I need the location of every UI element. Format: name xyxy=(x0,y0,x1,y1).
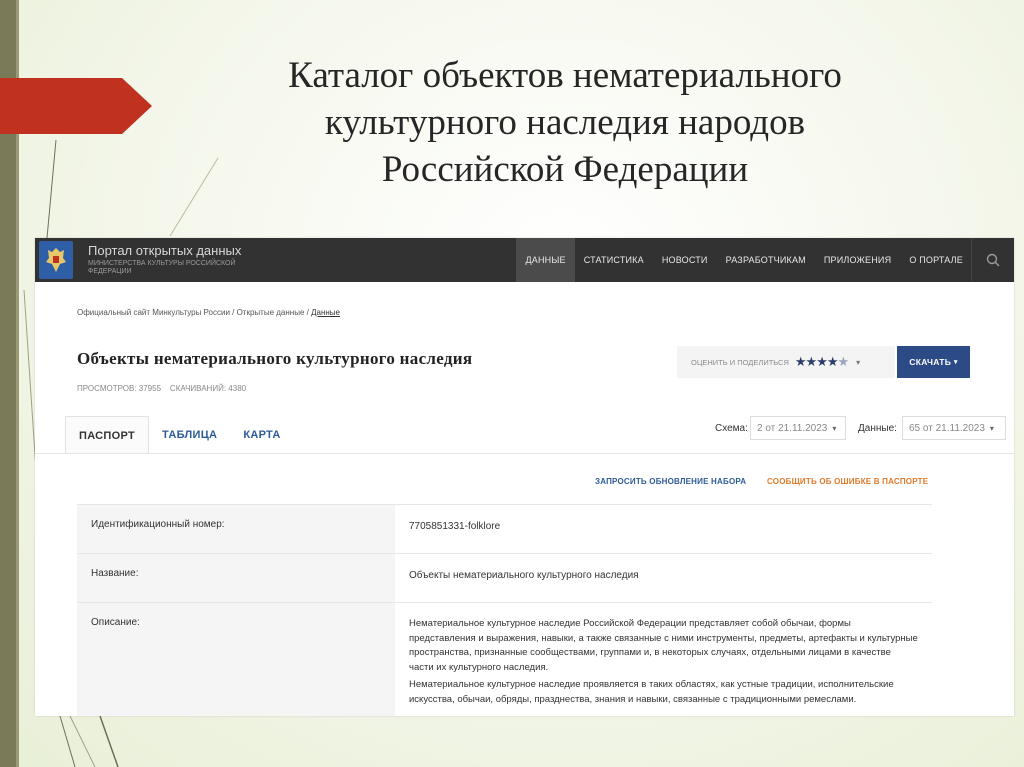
nav-item-statistics[interactable]: СТАТИСТИКА xyxy=(575,238,653,282)
search-button[interactable] xyxy=(971,238,1014,282)
chevron-down-icon: ▾ xyxy=(832,423,837,433)
passport-row-description: Описание: Нематериальное культурное насл… xyxy=(77,603,932,716)
chevron-down-icon: ▾ xyxy=(989,423,994,433)
page-title: Объекты нематериального культурного насл… xyxy=(77,349,473,368)
portal-subtitle: Министерства культуры Российской Федерац… xyxy=(88,260,236,275)
rate-and-share[interactable]: ОЦЕНИТЬ И ПОДЕЛИТЬСЯ ★★★★★ ▾ xyxy=(677,346,895,378)
nav-item-about[interactable]: О ПОРТАЛЕ xyxy=(900,238,972,282)
breadcrumb-current[interactable]: Данные xyxy=(311,308,340,317)
tab-passport[interactable]: ПАСПОРТ xyxy=(65,416,149,454)
passport-key: Описание: xyxy=(77,603,395,716)
star-icon[interactable]: ★ xyxy=(806,354,818,369)
data-version-value: 65 от 21.11.2023 xyxy=(909,422,985,434)
description-paragraph: Нематериальное культурное наследие прояв… xyxy=(409,679,894,705)
breadcrumb-separator: / xyxy=(229,308,237,317)
download-label: СКАЧАТЬ xyxy=(909,357,952,367)
portal-name[interactable]: Портал открытых данных xyxy=(88,243,241,258)
tab-table[interactable]: ТАБЛИЦА xyxy=(149,416,230,454)
slide-title-line-3: Российской Федерации xyxy=(381,149,749,190)
dataset-stats: ПРОСМОТРОВ: 37955 СКАЧИВАНИЙ: 4380 xyxy=(77,384,246,393)
slide-red-arrow xyxy=(0,78,152,134)
passport-key: Идентификационный номер: xyxy=(77,505,395,553)
star-icon[interactable]: ★ xyxy=(827,354,839,369)
portal-screenshot: Портал открытых данных Министерства куль… xyxy=(35,238,1014,716)
rating-stars[interactable]: ★★★★★ xyxy=(795,354,850,370)
star-icon[interactable]: ★ xyxy=(795,354,807,369)
top-navbar: Портал открытых данных Министерства куль… xyxy=(35,238,1014,282)
download-button[interactable]: СКАЧАТЬ ▾ xyxy=(897,346,970,378)
slide-title-line-1: Каталог объектов нематериального xyxy=(288,55,842,96)
tab-bar: ПАСПОРТ ТАБЛИЦА КАРТА xyxy=(65,416,294,454)
chevron-down-icon: ▾ xyxy=(953,359,958,366)
chevron-down-icon[interactable]: ▾ xyxy=(856,358,860,367)
slide-title-line-2: культурного наследия народов xyxy=(324,102,806,143)
breadcrumb: Официальный сайт Минкультуры России / От… xyxy=(77,308,340,317)
star-half-icon[interactable]: ★ xyxy=(838,354,850,369)
breadcrumb-item-open-data[interactable]: Открытые данные xyxy=(237,308,305,317)
downloads-count: 4380 xyxy=(228,384,247,393)
data-version-select[interactable]: 65 от 21.11.2023 ▾ xyxy=(902,416,1006,440)
description-paragraph: Нематериальное культурное наследие Росси… xyxy=(409,618,918,673)
coat-of-arms-icon[interactable] xyxy=(39,241,73,279)
downloads-label: СКАЧИВАНИЙ: xyxy=(169,384,227,393)
passport-row-id: Идентификационный номер: 7705851331-folk… xyxy=(77,505,932,554)
slide-title: Каталог объектов нематериального культур… xyxy=(180,52,950,193)
nav-item-applications[interactable]: ПРИЛОЖЕНИЯ xyxy=(815,238,900,282)
request-update-link[interactable]: ЗАПРОСИТЬ ОБНОВЛЕНИЕ НАБОРА xyxy=(595,477,746,486)
passport-value: 7705851331-folklore xyxy=(409,521,501,532)
passport-row-name: Название: Объекты нематериального культу… xyxy=(77,554,932,603)
views-count: 37955 xyxy=(138,384,162,393)
views-label: ПРОСМОТРОВ: xyxy=(77,384,137,393)
nav-item-news[interactable]: НОВОСТИ xyxy=(653,238,717,282)
passport-key: Название: xyxy=(77,554,395,602)
nav-item-developers[interactable]: РАЗРАБОТЧИКАМ xyxy=(717,238,815,282)
main-nav: ДАННЫЕ СТАТИСТИКА НОВОСТИ РАЗРАБОТЧИКАМ … xyxy=(516,238,972,282)
tabs-divider xyxy=(35,453,1014,454)
schema-label: Схема: xyxy=(715,423,748,434)
star-icon[interactable]: ★ xyxy=(816,354,828,369)
report-error-link[interactable]: СООБЩИТЬ ОБ ОШИБКЕ В ПАСПОРТЕ xyxy=(767,477,928,486)
rate-label: ОЦЕНИТЬ И ПОДЕЛИТЬСЯ xyxy=(691,357,789,367)
search-icon xyxy=(986,253,1000,267)
breadcrumb-item-ministry[interactable]: Официальный сайт Минкультуры России xyxy=(77,308,230,317)
nav-item-data[interactable]: ДАННЫЕ xyxy=(516,238,575,282)
schema-value: 2 от 21.11.2023 xyxy=(757,422,828,434)
tab-map[interactable]: КАРТА xyxy=(230,416,293,454)
passport-value: Объекты нематериального культурного насл… xyxy=(409,570,639,581)
passport-table: Идентификационный номер: 7705851331-folk… xyxy=(77,504,932,716)
passport-value: Нематериальное культурное наследие Росси… xyxy=(395,603,932,716)
schema-select[interactable]: 2 от 21.11.2023 ▾ xyxy=(750,416,846,440)
data-version-label: Данные: xyxy=(858,423,897,434)
